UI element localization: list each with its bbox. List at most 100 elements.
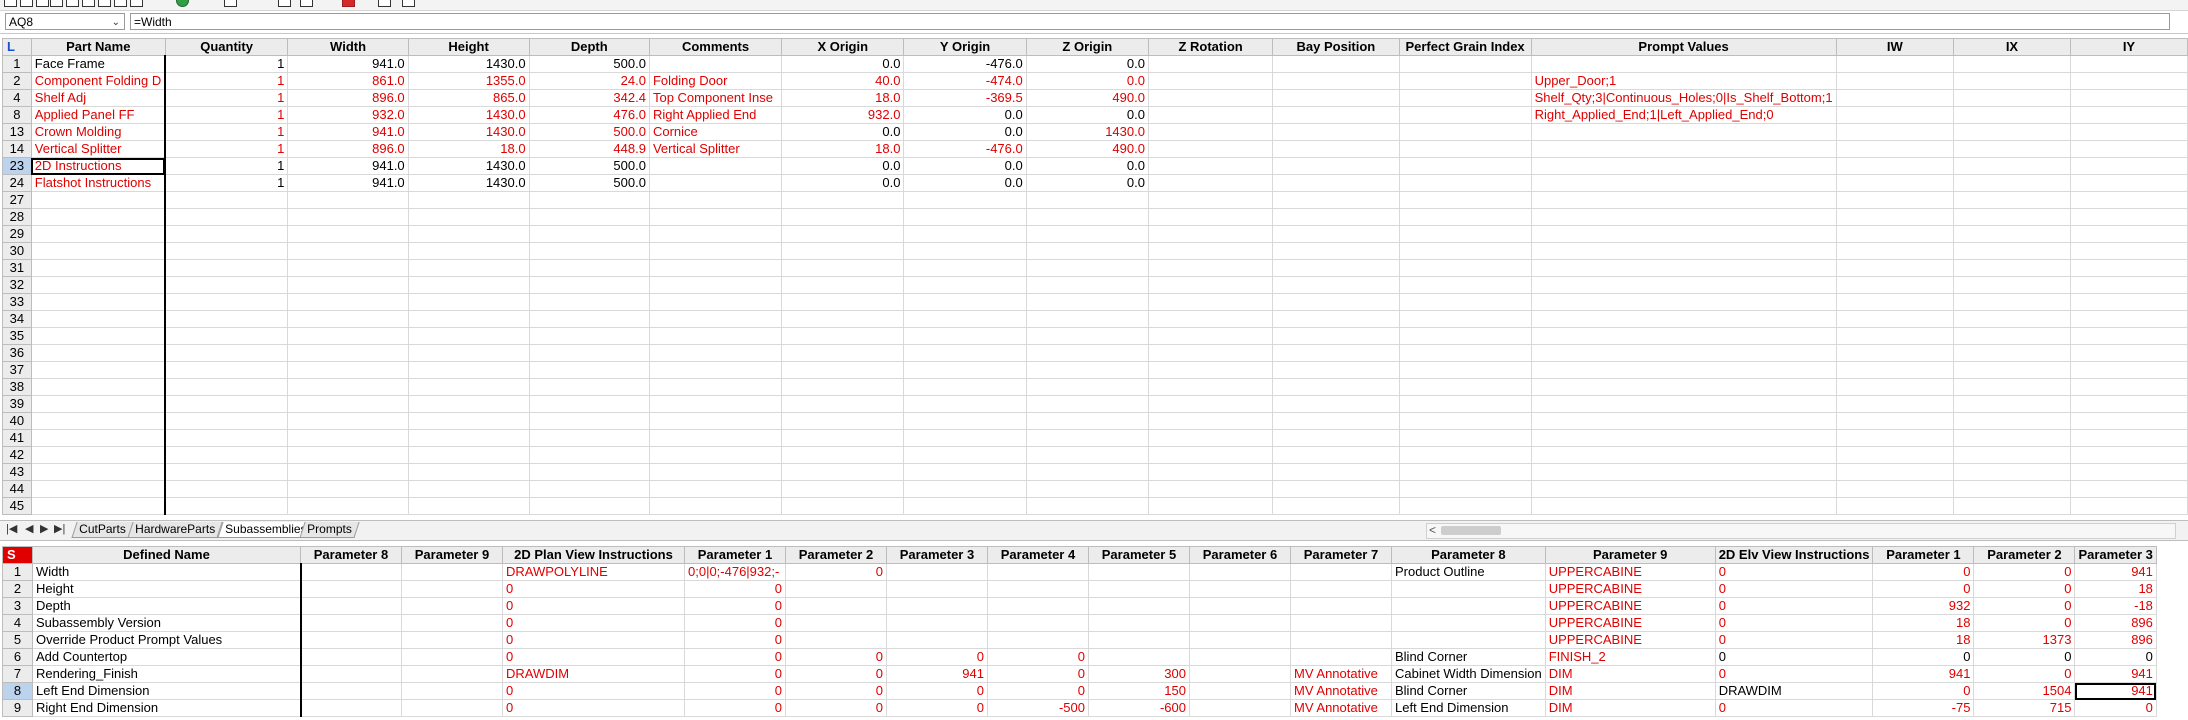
grid-cell[interactable]: 0 [785,682,887,700]
grid-cell[interactable]: Folding Door [648,72,783,90]
grid-cell[interactable] [1398,225,1532,243]
grid-cell[interactable] [987,580,1089,598]
grid-cell[interactable]: UPPERCABINE [1544,563,1716,581]
grid-cell[interactable]: 0.0 [903,106,1027,124]
grid-cell[interactable]: 1430.0 [407,55,530,73]
grid-cell[interactable] [648,480,783,498]
grid-cell[interactable] [1025,242,1149,260]
help-icon[interactable] [130,0,143,7]
grid-cell[interactable] [30,191,167,209]
grid-cell[interactable]: 18 [1872,631,1975,649]
grid-cell[interactable] [30,480,167,498]
grid-cell[interactable] [300,580,402,598]
grid-cell[interactable] [648,344,783,362]
grid-cell[interactable] [2069,140,2188,158]
grid-cell[interactable] [1147,225,1274,243]
grid-cell[interactable] [648,497,783,515]
grid-cell[interactable] [1147,412,1274,430]
column-header[interactable]: IW [1835,38,1955,56]
grid-cell[interactable] [1189,614,1291,632]
grid-cell[interactable] [785,580,887,598]
grid-cell[interactable] [2069,242,2188,260]
grid-cell[interactable]: 342.4 [528,89,650,107]
grid-cell[interactable] [1398,174,1532,192]
grid-cell[interactable]: 1430.0 [407,123,530,141]
grid-cell[interactable] [1025,208,1149,226]
grid-cell[interactable]: 0 [2074,699,2157,717]
grid-cell[interactable]: 1430.0 [407,106,530,124]
grid-cell[interactable]: DRAWPOLYLINE [502,563,685,581]
grid-cell[interactable]: Top Component Inse [648,89,783,107]
grid-cell[interactable] [1530,293,1837,311]
grid-cell[interactable] [886,597,988,615]
grid-cell[interactable] [30,429,167,447]
grid-cell[interactable] [1272,106,1400,124]
grid-cell[interactable] [164,378,289,396]
column-header[interactable]: Parameter 4 [987,546,1089,564]
grid-cell[interactable] [2069,259,2188,277]
grid-cell[interactable] [1272,344,1400,362]
grid-cell[interactable] [1835,89,1955,107]
grid-cell[interactable]: 0 [785,699,887,717]
grid-cell[interactable] [1953,497,2071,515]
grid-cell[interactable] [987,631,1089,649]
grid-cell[interactable]: 0 [1973,665,2076,683]
row-header[interactable]: 23 [2,157,32,175]
grid-cell[interactable] [781,191,905,209]
horizontal-scrollbar[interactable]: < [1426,523,2176,539]
column-header[interactable]: Height [407,38,530,56]
chevron-down-icon[interactable]: ⌄ [112,14,120,31]
grid-cell[interactable] [903,191,1027,209]
grid-cell[interactable] [1953,140,2071,158]
grid-cell[interactable] [287,378,409,396]
grid-cell[interactable]: Override Product Prompt Values [32,631,302,649]
grid-cell[interactable] [2069,72,2188,90]
grid-cell[interactable] [1147,361,1274,379]
grid-cell[interactable]: 0 [1714,614,1874,632]
grid-cell[interactable] [781,497,905,515]
row-header[interactable]: 36 [2,344,32,362]
grid-cell[interactable]: 941 [2074,682,2157,700]
grid-cell[interactable] [287,480,409,498]
row-header[interactable]: 3 [2,597,33,615]
grid-cell[interactable] [1953,225,2071,243]
row-header[interactable]: 34 [2,310,32,328]
grid-cell[interactable] [2069,429,2188,447]
grid-cell[interactable] [1398,446,1532,464]
grid-cell[interactable] [1272,72,1400,90]
grid-cell[interactable]: UPPERCABINE [1544,614,1716,632]
column-header[interactable]: Parameter 2 [1973,546,2076,564]
column-header[interactable]: Perfect Grain Index [1398,38,1532,56]
grid-cell[interactable] [2069,344,2188,362]
grid-cell[interactable] [1272,412,1400,430]
grid-cell[interactable] [1398,463,1532,481]
column-header[interactable]: Parameter 3 [2074,546,2157,564]
row-header[interactable]: 29 [2,225,32,243]
grid-cell[interactable]: 865.0 [407,89,530,107]
grid-cell[interactable] [903,497,1027,515]
grid-cell[interactable]: 941.0 [287,157,409,175]
grid-cell[interactable]: 0 [2074,648,2157,666]
grid-cell[interactable]: 0 [1872,563,1975,581]
column-header[interactable]: Parameter 1 [684,546,786,564]
grid-cell[interactable] [648,293,783,311]
grid-cell[interactable]: 1 [164,140,289,158]
grid-cell[interactable] [1398,412,1532,430]
grid-cell[interactable] [1272,480,1400,498]
grid-cell[interactable] [287,446,409,464]
grid-cell[interactable] [1398,395,1532,413]
columns-icon[interactable] [402,0,415,7]
grid-cell[interactable]: 24.0 [528,72,650,90]
grid-cell[interactable] [528,242,650,260]
grid-cell[interactable] [287,361,409,379]
grid-cell[interactable] [1835,395,1955,413]
grid-cell[interactable] [2069,225,2188,243]
grid-cell[interactable]: 0 [1714,597,1874,615]
grid-cell[interactable] [1147,140,1274,158]
grid-cell[interactable]: 0 [1872,648,1975,666]
grid-cell[interactable]: 0 [886,648,988,666]
grid-cell[interactable] [1025,293,1149,311]
grid-cell[interactable]: 0 [502,597,685,615]
grid-cell[interactable] [1272,276,1400,294]
column-header[interactable]: Parameter 6 [1189,546,1291,564]
